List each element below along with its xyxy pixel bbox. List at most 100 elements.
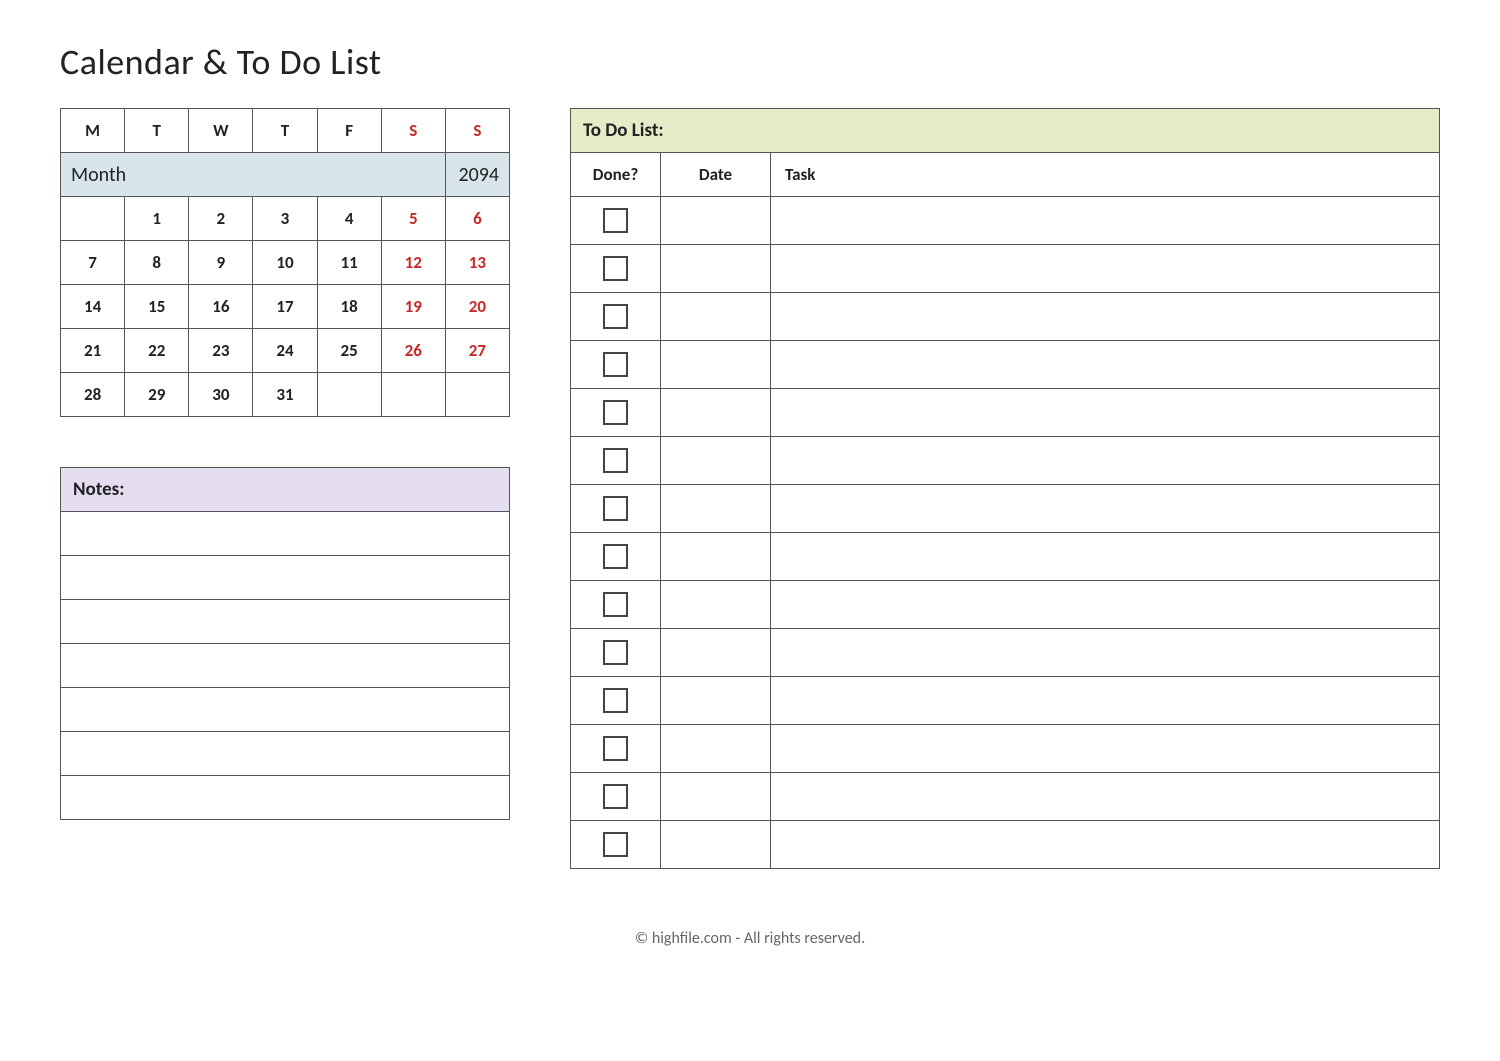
notes-row[interactable]	[61, 776, 510, 820]
footer-text: © highfile.com - All rights reserved.	[60, 929, 1440, 948]
todo-row	[571, 485, 1440, 533]
todo-task-cell[interactable]	[771, 533, 1440, 581]
calendar-day-cell[interactable]: 3	[253, 197, 317, 241]
calendar-day-cell[interactable]	[61, 197, 125, 241]
checkbox-icon[interactable]	[603, 640, 628, 665]
checkbox-icon[interactable]	[603, 784, 628, 809]
todo-date-cell[interactable]	[661, 197, 771, 245]
calendar-day-cell[interactable]	[381, 373, 445, 417]
todo-date-cell[interactable]	[661, 293, 771, 341]
calendar-day-cell[interactable]: 2	[189, 197, 253, 241]
todo-date-cell[interactable]	[661, 725, 771, 773]
checkbox-icon[interactable]	[603, 688, 628, 713]
todo-task-cell[interactable]	[771, 245, 1440, 293]
todo-task-cell[interactable]	[771, 821, 1440, 869]
calendar-day-cell[interactable]: 6	[445, 197, 509, 241]
todo-task-cell[interactable]	[771, 485, 1440, 533]
calendar-day-cell[interactable]: 28	[61, 373, 125, 417]
calendar-day-cell[interactable]: 18	[317, 285, 381, 329]
todo-task-cell[interactable]	[771, 677, 1440, 725]
todo-col-done: Done?	[571, 153, 661, 197]
notes-row[interactable]	[61, 600, 510, 644]
calendar-day-cell[interactable]	[317, 373, 381, 417]
calendar-day-cell[interactable]: 13	[445, 241, 509, 285]
calendar-day-cell[interactable]: 16	[189, 285, 253, 329]
calendar-day-cell[interactable]: 27	[445, 329, 509, 373]
calendar-day-cell[interactable]: 4	[317, 197, 381, 241]
todo-row	[571, 725, 1440, 773]
checkbox-icon[interactable]	[603, 256, 628, 281]
todo-task-cell[interactable]	[771, 437, 1440, 485]
todo-date-cell[interactable]	[661, 821, 771, 869]
calendar-day-cell[interactable]: 22	[125, 329, 189, 373]
todo-row	[571, 773, 1440, 821]
calendar-day-cell[interactable]: 25	[317, 329, 381, 373]
calendar-day-cell[interactable]: 12	[381, 241, 445, 285]
calendar-day-cell[interactable]: 8	[125, 241, 189, 285]
calendar-day-cell[interactable]: 29	[125, 373, 189, 417]
calendar-week-row: 21222324252627	[61, 329, 510, 373]
calendar-day-cell[interactable]: 21	[61, 329, 125, 373]
calendar-day-cell[interactable]	[445, 373, 509, 417]
calendar-day-cell[interactable]: 23	[189, 329, 253, 373]
todo-task-cell[interactable]	[771, 725, 1440, 773]
todo-task-cell[interactable]	[771, 197, 1440, 245]
checkbox-icon[interactable]	[603, 208, 628, 233]
todo-date-cell[interactable]	[661, 341, 771, 389]
todo-date-cell[interactable]	[661, 389, 771, 437]
todo-done-cell	[571, 773, 661, 821]
todo-date-cell[interactable]	[661, 629, 771, 677]
calendar-day-cell[interactable]: 30	[189, 373, 253, 417]
calendar-day-cell[interactable]: 5	[381, 197, 445, 241]
notes-row[interactable]	[61, 688, 510, 732]
todo-date-cell[interactable]	[661, 485, 771, 533]
checkbox-icon[interactable]	[603, 592, 628, 617]
calendar-day-cell[interactable]: 26	[381, 329, 445, 373]
notes-row[interactable]	[61, 644, 510, 688]
todo-task-cell[interactable]	[771, 581, 1440, 629]
calendar-week-row: 78910111213	[61, 241, 510, 285]
todo-task-cell[interactable]	[771, 293, 1440, 341]
calendar-day-cell[interactable]: 17	[253, 285, 317, 329]
checkbox-icon[interactable]	[603, 400, 628, 425]
checkbox-icon[interactable]	[603, 496, 628, 521]
todo-date-cell[interactable]	[661, 245, 771, 293]
calendar-day-cell[interactable]: 7	[61, 241, 125, 285]
notes-row[interactable]	[61, 556, 510, 600]
calendar-week-row: 14151617181920	[61, 285, 510, 329]
calendar-day-header: T	[125, 109, 189, 153]
calendar-day-header: T	[253, 109, 317, 153]
checkbox-icon[interactable]	[603, 352, 628, 377]
todo-row	[571, 245, 1440, 293]
calendar-day-cell[interactable]: 15	[125, 285, 189, 329]
todo-date-cell[interactable]	[661, 437, 771, 485]
calendar-day-cell[interactable]: 20	[445, 285, 509, 329]
calendar-day-cell[interactable]: 14	[61, 285, 125, 329]
checkbox-icon[interactable]	[603, 832, 628, 857]
todo-task-cell[interactable]	[771, 389, 1440, 437]
calendar-day-cell[interactable]: 11	[317, 241, 381, 285]
todo-date-cell[interactable]	[661, 773, 771, 821]
calendar-day-cell[interactable]: 1	[125, 197, 189, 241]
checkbox-icon[interactable]	[603, 448, 628, 473]
todo-done-cell	[571, 485, 661, 533]
checkbox-icon[interactable]	[603, 736, 628, 761]
calendar-day-cell[interactable]: 10	[253, 241, 317, 285]
todo-done-cell	[571, 389, 661, 437]
todo-task-cell[interactable]	[771, 773, 1440, 821]
todo-date-cell[interactable]	[661, 533, 771, 581]
todo-task-cell[interactable]	[771, 629, 1440, 677]
todo-date-cell[interactable]	[661, 581, 771, 629]
calendar-day-cell[interactable]: 9	[189, 241, 253, 285]
todo-row	[571, 341, 1440, 389]
calendar-day-cell[interactable]: 19	[381, 285, 445, 329]
todo-date-cell[interactable]	[661, 677, 771, 725]
calendar-day-cell[interactable]: 24	[253, 329, 317, 373]
calendar-month-label[interactable]: Month	[61, 153, 446, 197]
checkbox-icon[interactable]	[603, 544, 628, 569]
checkbox-icon[interactable]	[603, 304, 628, 329]
notes-row[interactable]	[61, 512, 510, 556]
notes-row[interactable]	[61, 732, 510, 776]
todo-task-cell[interactable]	[771, 341, 1440, 389]
calendar-day-cell[interactable]: 31	[253, 373, 317, 417]
